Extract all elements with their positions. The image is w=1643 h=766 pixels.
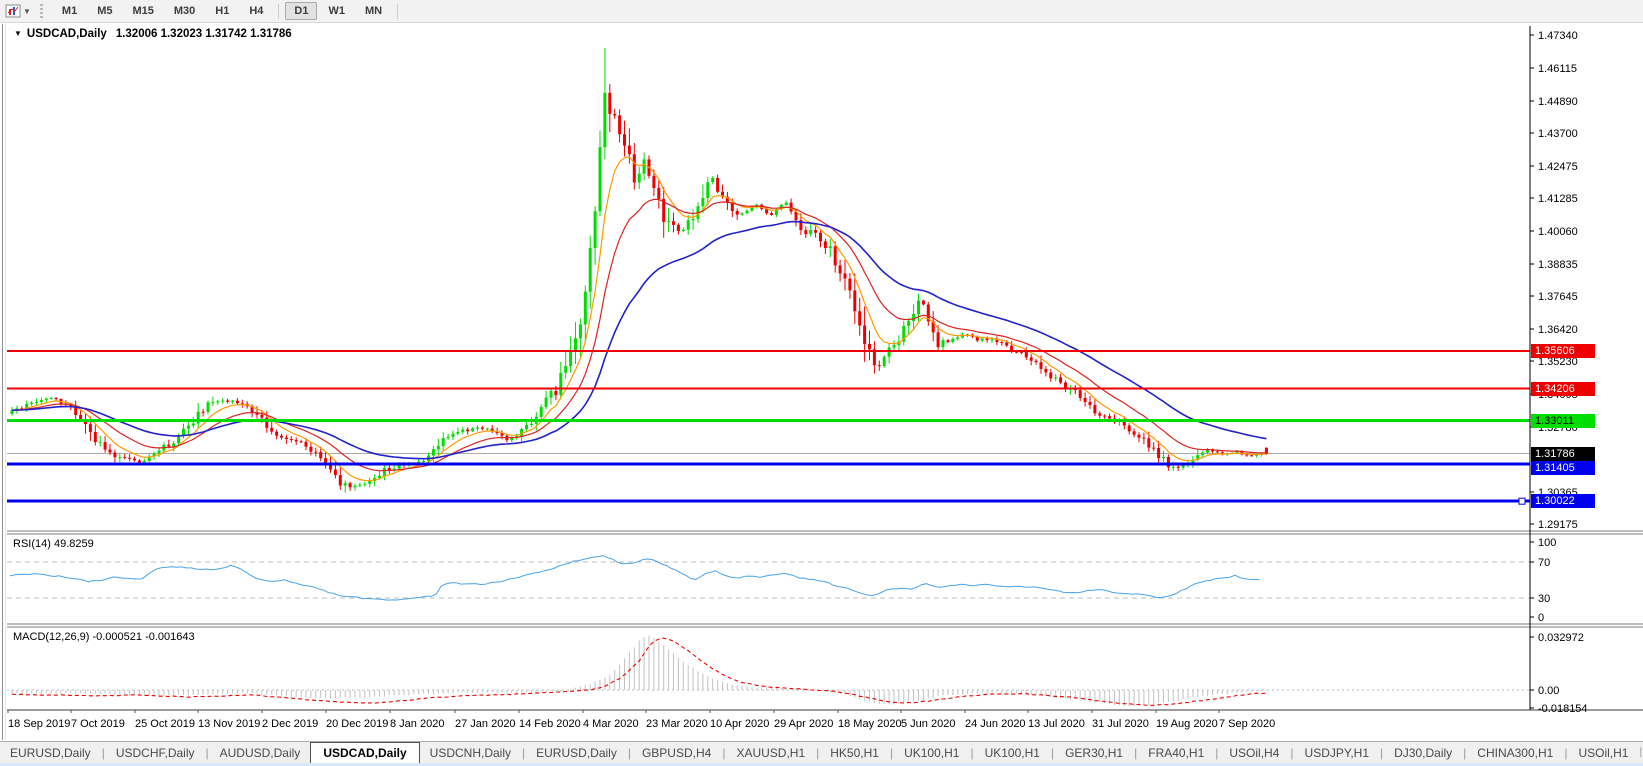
date-label: 8 Jan 2020: [390, 718, 444, 730]
tab-audusd-daily[interactable]: AUDUSD,Daily: [210, 744, 311, 762]
price-badge: 1.35606: [1531, 344, 1595, 358]
price-badge: 1.31786: [1531, 447, 1595, 461]
price-axis-label: 1.47340: [1538, 30, 1578, 42]
rsi-axis-label: 0: [1538, 612, 1544, 624]
chart-symbol-label: USDCAD,Daily: [26, 28, 107, 40]
price-badge: 1.33011: [1531, 414, 1595, 428]
date-label: 5 Jun 2020: [901, 718, 955, 730]
timeframe-button-m1[interactable]: M1: [53, 2, 86, 20]
chart-type-icon[interactable]: [5, 4, 21, 18]
price-axis-label: 1.29175: [1538, 519, 1578, 531]
date-label: 13 Jul 2020: [1028, 718, 1085, 730]
date-label: 4 Mar 2020: [583, 718, 639, 730]
price-axis-label: 1.41285: [1538, 193, 1578, 205]
chart-canvas[interactable]: 1.47340 1.46115 1.44890 1.43700 1.42475 1.412…: [0, 0, 1643, 766]
tab-eurusd-daily[interactable]: EURUSD,Daily: [526, 744, 627, 762]
price-axis-label: 1.46115: [1538, 63, 1577, 75]
timeframe-button-m5[interactable]: M5: [88, 2, 121, 20]
tab-usdchf-daily[interactable]: USDCHF,Daily: [106, 744, 205, 762]
date-label: 13 Nov 2019: [198, 718, 260, 730]
rsi-axis-label: 70: [1538, 557, 1550, 569]
date-label: 27 Jan 2020: [455, 718, 516, 730]
toolbar-separator: [278, 3, 280, 19]
line-handle[interactable]: [1518, 497, 1526, 505]
chart-title: ▼ USDCAD,Daily 1.32006 1.32023 1.31742 1.3…: [14, 28, 292, 40]
macd-indicator-label: MACD(12,26,9) -0.000521 -0.001643: [13, 631, 195, 643]
date-label: 14 Feb 2020: [519, 718, 581, 730]
timeframe-button-m30[interactable]: M30: [165, 2, 204, 20]
timeframe-button-h1[interactable]: H1: [206, 2, 238, 20]
rsi-indicator-label: RSI(14) 49.8259: [13, 538, 94, 550]
macd-histogram: [11, 635, 1267, 707]
candles-layer[interactable]: [10, 48, 1268, 493]
date-label: 7 Oct 2019: [71, 718, 125, 730]
tab-ger30-h1[interactable]: GER30,H1: [1055, 744, 1133, 762]
timeframe-button-m15[interactable]: M15: [123, 2, 162, 20]
macd-axis-label: 0.032972: [1538, 632, 1584, 644]
chart-dropdown-icon[interactable]: ▼: [14, 29, 22, 38]
macd-axis-label: 0.00: [1538, 685, 1559, 697]
date-label: 23 Mar 2020: [646, 718, 708, 730]
tab-eurusd-daily[interactable]: EURUSD,Daily: [0, 744, 101, 762]
date-label: 24 Jun 2020: [965, 718, 1026, 730]
price-axis-label: 1.36420: [1538, 324, 1578, 336]
date-label: 20 Dec 2019: [326, 718, 388, 730]
tab-fra40-h1[interactable]: FRA40,H1: [1138, 744, 1214, 762]
timeframe-button-mn[interactable]: MN: [356, 2, 391, 20]
price-axis-label: 1.42475: [1538, 161, 1578, 173]
timeframe-buttons: M1 M5 M15 M30 H1 H4 D1 W1 MN: [52, 2, 403, 20]
date-label: 18 May 2020: [838, 718, 902, 730]
tab-uk100-h1[interactable]: UK100,H1: [894, 744, 969, 762]
date-label: 25 Oct 2019: [135, 718, 195, 730]
tab-xauusd-h1[interactable]: XAUUSD,H1: [726, 744, 815, 762]
toolbar-grip[interactable]: [39, 3, 43, 19]
timeframe-button-w1[interactable]: W1: [319, 2, 354, 20]
date-label: 31 Jul 2020: [1092, 718, 1149, 730]
tab-dj30-daily[interactable]: DJ30,Daily: [1384, 744, 1462, 762]
price-axis-label: 1.43700: [1538, 128, 1578, 140]
date-label: 2 Dec 2019: [262, 718, 318, 730]
chart-tab-bar: EURUSD,Daily | USDCHF,Daily | AUDUSD,Daily US…: [0, 741, 1643, 764]
date-label: 29 Apr 2020: [774, 718, 833, 730]
toolbar-separator: [397, 3, 399, 19]
moving-average-slow: [11, 220, 1267, 460]
date-label: 18 Sep 2019: [8, 718, 70, 730]
rsi-axis-label: 100: [1538, 537, 1556, 549]
rsi-axis-label: 30: [1538, 593, 1550, 605]
chart-type-dropdown-icon[interactable]: ▼: [23, 7, 31, 16]
price-badge: 1.31405: [1531, 461, 1595, 475]
toolbar: ▼ M1 M5 M15 M30 H1 H4 D1 W1 MN: [0, 0, 1643, 23]
macd-axis-label: -0.018154: [1538, 703, 1588, 715]
date-label: 7 Sep 2020: [1219, 718, 1275, 730]
tab-scroll-controls: |◄►: [1638, 747, 1643, 758]
tab-usdjpy-h1[interactable]: USDJPY,H1: [1295, 744, 1379, 762]
tab-usdcad-daily[interactable]: USDCAD,Daily: [310, 741, 420, 764]
price-axis-label: 1.38835: [1538, 259, 1578, 271]
tab-gbpusd-h4[interactable]: GBPUSD,H4: [632, 744, 721, 762]
price-axis-label: 1.37645: [1538, 291, 1578, 303]
tab-usoil-h4[interactable]: USOil,H4: [1219, 744, 1289, 762]
chart-ohlc-values: 1.32006 1.32023 1.31742 1.31786: [115, 28, 292, 40]
price-axis-label: 1.44890: [1538, 96, 1578, 108]
tab-hk50-h1[interactable]: HK50,H1: [820, 744, 889, 762]
date-label: 19 Aug 2020: [1156, 718, 1218, 730]
tab-usdcnh-daily[interactable]: USDCNH,Daily: [420, 744, 521, 762]
timeframe-button-h4[interactable]: H4: [240, 2, 272, 20]
price-badge: 1.34206: [1531, 382, 1595, 396]
price-axis-label: 1.40060: [1538, 226, 1578, 238]
tab-china300-h1[interactable]: CHINA300,H1: [1467, 744, 1563, 762]
tab-separator: |: [1639, 747, 1643, 758]
tab-usoil-h1[interactable]: USOil,H1: [1568, 744, 1638, 762]
timeframe-button-d1[interactable]: D1: [285, 2, 318, 20]
moving-average-medium: [11, 198, 1267, 472]
tab-uk100-h1[interactable]: UK100,H1: [975, 744, 1050, 762]
date-label: 10 Apr 2020: [710, 718, 769, 730]
price-badge: 1.30022: [1531, 494, 1595, 508]
